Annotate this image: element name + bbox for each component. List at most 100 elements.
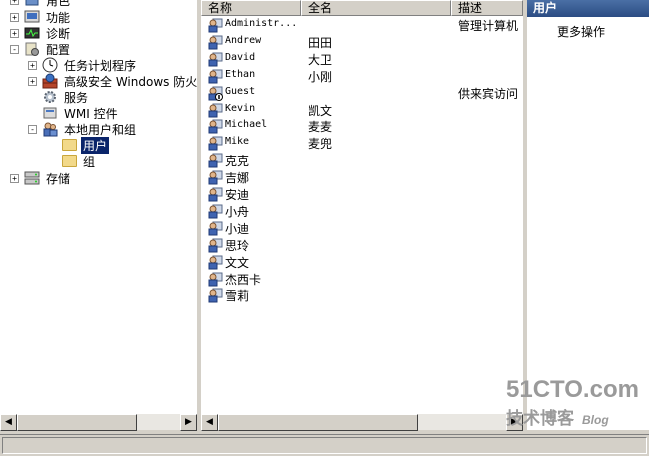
scroll-left-button[interactable]: ◀ xyxy=(0,414,17,431)
cell-name: 安迪 xyxy=(225,188,250,202)
cell-name: Guest xyxy=(225,85,256,97)
table-row[interactable]: 杰西卡 xyxy=(205,271,521,288)
expand-icon[interactable]: + xyxy=(10,0,19,5)
table-row[interactable]: 安迪 xyxy=(205,186,521,203)
cell-name: 文文 xyxy=(225,255,250,270)
more-actions-link[interactable]: 更多操作 xyxy=(557,23,649,40)
cell-name: 吉娜 xyxy=(225,171,250,186)
column-header-name[interactable]: 名称 xyxy=(201,0,301,16)
cell-name: 杰西卡 xyxy=(225,272,262,287)
table-row[interactable]: 思玲 xyxy=(205,237,521,254)
cell-fullname: 凯文 xyxy=(308,103,333,118)
tree-node-local-users-groups[interactable]: - 本地用户和组 xyxy=(28,121,138,137)
user-icon xyxy=(207,203,223,219)
cell-name: Andrew xyxy=(225,34,262,46)
tree-label-configuration: 配置 xyxy=(46,42,71,57)
user-icon xyxy=(207,118,223,134)
cell-name: Kevin xyxy=(225,102,256,114)
tree-label-users: 用户 xyxy=(81,136,110,154)
tree-label-task-scheduler: 任务计划程序 xyxy=(64,58,137,73)
column-header-fullname[interactable]: 全名 xyxy=(301,0,451,16)
table-row[interactable]: 小迪 xyxy=(205,220,521,237)
table-row[interactable]: 雪莉 xyxy=(205,287,521,304)
watermark-subtitle: 技术博客 Blog xyxy=(506,404,639,429)
user-icon xyxy=(207,135,223,151)
users-list-view[interactable]: 名称 全名 描述 Administr... 管理计算机 Andrew 田田 David 大… xyxy=(201,0,523,413)
tree-node-features[interactable]: + 功能 xyxy=(10,9,72,25)
table-row[interactable]: Kevin 凯文 xyxy=(205,102,521,119)
navigation-tree[interactable]: + 角色 + 功能 + 诊断 - 配置 + 任务计划程序 + 高级安全 Wind… xyxy=(0,0,197,413)
cell-fullname: 小刚 xyxy=(308,69,333,84)
table-row[interactable]: Ethan 小刚 xyxy=(205,68,521,85)
table-row[interactable]: 克克 xyxy=(205,152,521,169)
tree-label-groups: 组 xyxy=(83,154,96,169)
tree-node-users[interactable]: 用户 xyxy=(62,136,110,154)
gear-icon xyxy=(42,89,58,105)
table-row[interactable]: Guest 供来宾访问 xyxy=(205,85,521,102)
tree-label-diagnostics: 诊断 xyxy=(46,26,71,41)
tree-label-wmi-control: WMI 控件 xyxy=(64,106,118,121)
tree-node-configuration[interactable]: - 配置 xyxy=(10,41,72,57)
user-icon xyxy=(207,152,223,168)
table-row[interactable]: Michael 麦麦 xyxy=(205,118,521,135)
cell-description: 供来宾访问 xyxy=(458,86,519,101)
tree-node-groups[interactable]: 组 xyxy=(62,153,97,169)
scroll-thumb[interactable] xyxy=(17,414,137,431)
expand-icon[interactable]: + xyxy=(10,28,19,38)
user-icon xyxy=(207,34,223,50)
scroll-right-button[interactable]: ▶ xyxy=(180,414,197,431)
wmi-icon xyxy=(42,105,58,121)
user-icon xyxy=(207,51,223,67)
tree-node-services[interactable]: 服务 xyxy=(42,89,90,105)
table-row[interactable]: David 大卫 xyxy=(205,51,521,68)
expand-icon[interactable]: + xyxy=(28,60,37,70)
table-row[interactable]: 文文 xyxy=(205,254,521,271)
tree-node-roles[interactable]: + 角色 xyxy=(10,0,72,8)
cell-name: 小迪 xyxy=(225,221,250,236)
cell-name: David xyxy=(225,51,256,63)
watermark-blog: Blog xyxy=(582,413,609,427)
cell-fullname: 大卫 xyxy=(308,52,333,67)
tree-horizontal-scrollbar[interactable]: ◀ ▶ xyxy=(0,413,197,431)
cell-name: 小舟 xyxy=(225,204,250,219)
configuration-icon xyxy=(24,41,40,57)
column-header-description[interactable]: 描述 xyxy=(451,0,523,16)
table-row[interactable]: Andrew 田田 xyxy=(205,34,521,51)
user-icon xyxy=(207,271,223,287)
cell-name: Administr... xyxy=(225,18,298,29)
features-icon xyxy=(24,9,40,25)
user-icon xyxy=(207,169,223,185)
tree-node-firewall[interactable]: + 高级安全 Windows 防火墙 xyxy=(28,73,197,89)
list-horizontal-scrollbar[interactable]: ◀ ▶ xyxy=(201,413,523,431)
collapse-icon[interactable]: - xyxy=(10,44,19,54)
actions-pane: 用户 更多操作 xyxy=(527,0,649,430)
cell-name: Mike xyxy=(225,136,250,148)
user-icon xyxy=(207,102,223,118)
table-row[interactable]: 吉娜 xyxy=(205,169,521,186)
collapse-icon[interactable]: - xyxy=(28,124,37,134)
tree-label-firewall: 高级安全 Windows 防火墙 xyxy=(64,74,197,89)
cell-fullname: 麦麦 xyxy=(308,120,333,135)
table-row[interactable]: 小舟 xyxy=(205,203,521,220)
users-group-icon xyxy=(42,121,58,137)
tree-node-diagnostics[interactable]: + 诊断 xyxy=(10,25,72,41)
actions-header[interactable]: 用户 xyxy=(527,0,649,17)
user-icon xyxy=(207,17,223,33)
tree-label-storage: 存储 xyxy=(46,171,71,186)
user-icon xyxy=(207,186,223,202)
tree-node-task-scheduler[interactable]: + 任务计划程序 xyxy=(28,57,138,73)
table-row[interactable]: Administr... 管理计算机 xyxy=(205,17,521,34)
expand-icon[interactable]: + xyxy=(10,12,19,22)
table-row[interactable]: Mike 麦兜 xyxy=(205,135,521,152)
storage-icon xyxy=(24,170,40,186)
cell-fullname: 麦兜 xyxy=(308,137,333,152)
expand-icon[interactable]: + xyxy=(10,173,19,183)
scroll-thumb[interactable] xyxy=(218,414,418,431)
cell-description: 管理计算机 xyxy=(458,19,519,33)
tree-node-wmi-control[interactable]: WMI 控件 xyxy=(42,105,120,121)
scroll-left-button[interactable]: ◀ xyxy=(201,414,218,431)
tree-node-storage[interactable]: + 存储 xyxy=(10,170,72,186)
watermark: 51CTO.com 技术博客 Blog xyxy=(506,378,639,429)
expand-icon[interactable]: + xyxy=(28,76,37,86)
cell-name: 雪莉 xyxy=(225,289,250,304)
